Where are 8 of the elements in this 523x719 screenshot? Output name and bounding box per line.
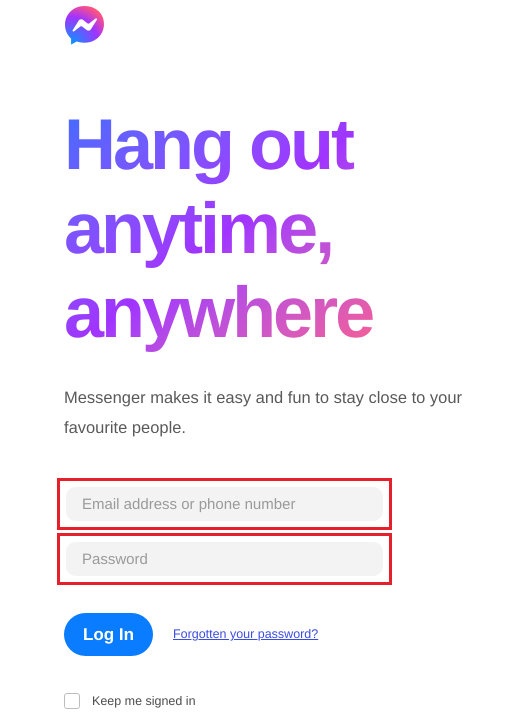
keep-signed-in-checkbox[interactable] bbox=[64, 693, 80, 710]
forgot-password-link[interactable]: Forgotten your password? bbox=[173, 625, 318, 644]
intro-text: Messenger makes it easy and fun to stay close to your favourite people. bbox=[64, 388, 464, 439]
keep-signed-in-label: Keep me signed in bbox=[92, 693, 196, 710]
login-button[interactable]: Log In bbox=[64, 613, 153, 656]
email-field[interactable]: Email address or phone number bbox=[66, 487, 383, 521]
password-field[interactable]: Password bbox=[66, 542, 383, 576]
messenger-logo-icon bbox=[64, 5, 105, 46]
